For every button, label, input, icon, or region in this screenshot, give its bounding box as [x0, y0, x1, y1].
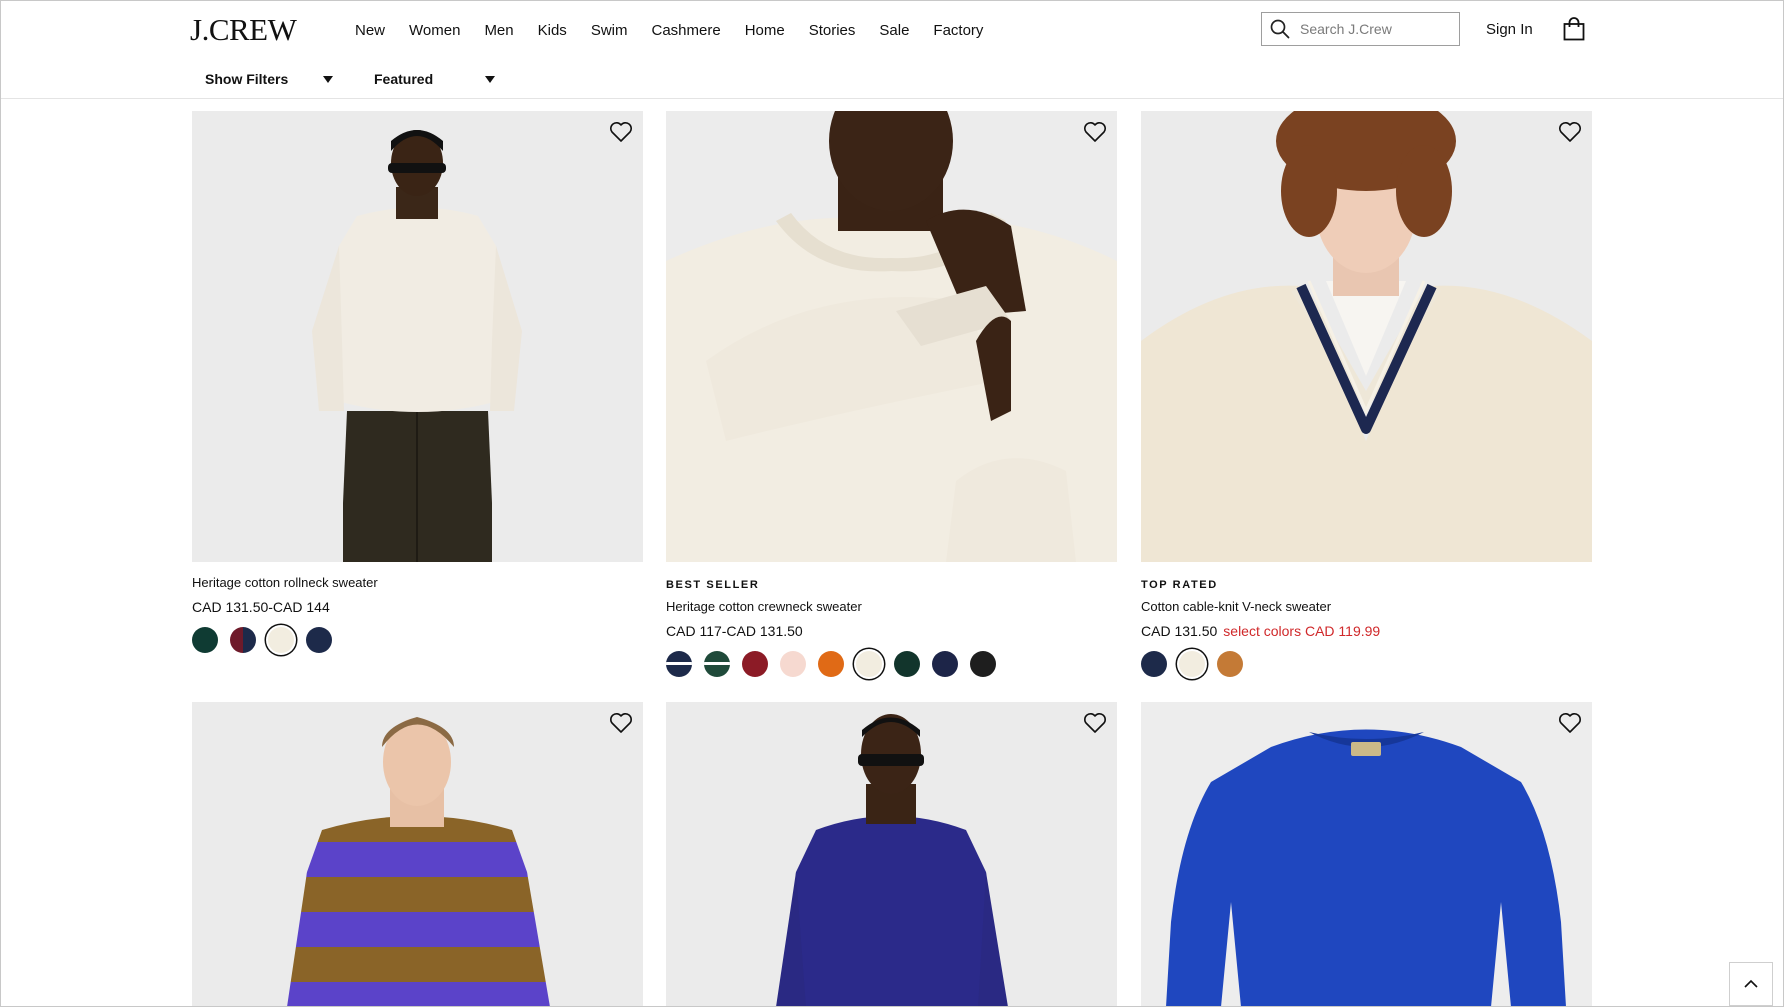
sign-in-link[interactable]: Sign In [1486, 21, 1533, 38]
caret-down-icon [485, 75, 496, 83]
product-image[interactable] [192, 111, 643, 562]
sale-price: select colors CAD 119.99 [1223, 623, 1381, 639]
product-name[interactable]: Heritage cotton rollneck sweater [192, 575, 378, 590]
sort-dropdown[interactable]: Featured [374, 71, 496, 87]
wishlist-heart-icon[interactable] [609, 121, 633, 143]
product-photo [192, 111, 643, 562]
product-card: Heritage cotton rollneck sweater CAD 131… [192, 111, 643, 671]
nav-factory[interactable]: Factory [933, 22, 983, 39]
price-range: CAD 131.50-CAD 144 [192, 599, 330, 615]
sort-label: Featured [374, 71, 434, 87]
wishlist-heart-icon[interactable] [609, 712, 633, 734]
nav-swim[interactable]: Swim [591, 22, 628, 39]
color-swatch[interactable] [704, 651, 730, 677]
color-swatch-selected[interactable] [268, 627, 294, 653]
best-seller-badge: BEST SELLER [666, 579, 760, 591]
color-swatch-selected[interactable] [856, 651, 882, 677]
product-name[interactable]: Heritage cotton crewneck sweater [666, 599, 862, 614]
product-card [192, 702, 643, 1007]
caret-down-icon [323, 75, 334, 83]
color-swatch[interactable] [818, 651, 844, 677]
chevron-up-icon [1744, 979, 1758, 988]
product-image[interactable] [666, 702, 1117, 1007]
site-header: J.CREW New Women Men Kids Swim Cashmere … [0, 0, 1784, 61]
price-regular: CAD 131.50 [1141, 623, 1218, 639]
product-card [1141, 702, 1592, 1007]
product-image[interactable] [1141, 702, 1592, 1007]
wishlist-heart-icon[interactable] [1558, 121, 1582, 143]
product-image[interactable] [192, 702, 643, 1007]
color-swatch[interactable] [192, 627, 218, 653]
wishlist-heart-icon[interactable] [1558, 712, 1582, 734]
search-box[interactable] [1261, 12, 1460, 46]
color-swatch[interactable] [230, 627, 256, 653]
product-card [666, 702, 1117, 1007]
show-filters-label: Show Filters [205, 71, 289, 87]
color-swatches [1141, 651, 1255, 677]
nav-kids[interactable]: Kids [538, 22, 567, 39]
color-swatch[interactable] [970, 651, 996, 677]
product-photo [666, 111, 1117, 562]
product-price: CAD 117-CAD 131.50 [666, 623, 803, 639]
product-name[interactable]: Cotton cable-knit V-neck sweater [1141, 599, 1331, 614]
color-swatch[interactable] [780, 651, 806, 677]
nav-women[interactable]: Women [409, 22, 460, 39]
search-icon [1270, 19, 1290, 39]
nav-cashmere[interactable]: Cashmere [651, 22, 720, 39]
color-swatch-selected[interactable] [1179, 651, 1205, 677]
main-nav: New Women Men Kids Swim Cashmere Home St… [355, 0, 1007, 60]
nav-stories[interactable]: Stories [809, 22, 856, 39]
product-card: BEST SELLER Heritage cotton crewneck swe… [666, 111, 1117, 677]
product-photo [192, 702, 643, 1007]
color-swatch[interactable] [1217, 651, 1243, 677]
scroll-to-top-button[interactable] [1729, 962, 1773, 1006]
product-photo [1141, 702, 1592, 1007]
filter-bar: Show Filters Featured [0, 60, 1784, 99]
wishlist-heart-icon[interactable] [1083, 121, 1107, 143]
product-image[interactable] [666, 111, 1117, 562]
price-range: CAD 117-CAD 131.50 [666, 623, 803, 639]
color-swatches [666, 651, 1008, 677]
jcrew-logo[interactable]: J.CREW [190, 12, 297, 48]
product-card: TOP RATED Cotton cable-knit V-neck sweat… [1141, 111, 1592, 677]
nav-sale[interactable]: Sale [879, 22, 909, 39]
color-swatch[interactable] [932, 651, 958, 677]
show-filters-button[interactable]: Show Filters [205, 71, 334, 87]
color-swatches [192, 627, 344, 653]
product-photo [1141, 111, 1592, 562]
shopping-bag-icon[interactable] [1563, 17, 1585, 41]
product-price: CAD 131.50-CAD 144 [192, 599, 330, 615]
nav-home[interactable]: Home [745, 22, 785, 39]
nav-men[interactable]: Men [484, 22, 513, 39]
color-swatch[interactable] [666, 651, 692, 677]
color-swatch[interactable] [894, 651, 920, 677]
color-swatch[interactable] [306, 627, 332, 653]
nav-new[interactable]: New [355, 22, 385, 39]
search-input[interactable] [1298, 20, 1452, 38]
product-image[interactable] [1141, 111, 1592, 562]
top-rated-badge: TOP RATED [1141, 579, 1218, 591]
color-swatch[interactable] [1141, 651, 1167, 677]
product-price: CAD 131.50 select colors CAD 119.99 [1141, 623, 1380, 639]
color-swatch[interactable] [742, 651, 768, 677]
wishlist-heart-icon[interactable] [1083, 712, 1107, 734]
product-photo [666, 702, 1117, 1007]
